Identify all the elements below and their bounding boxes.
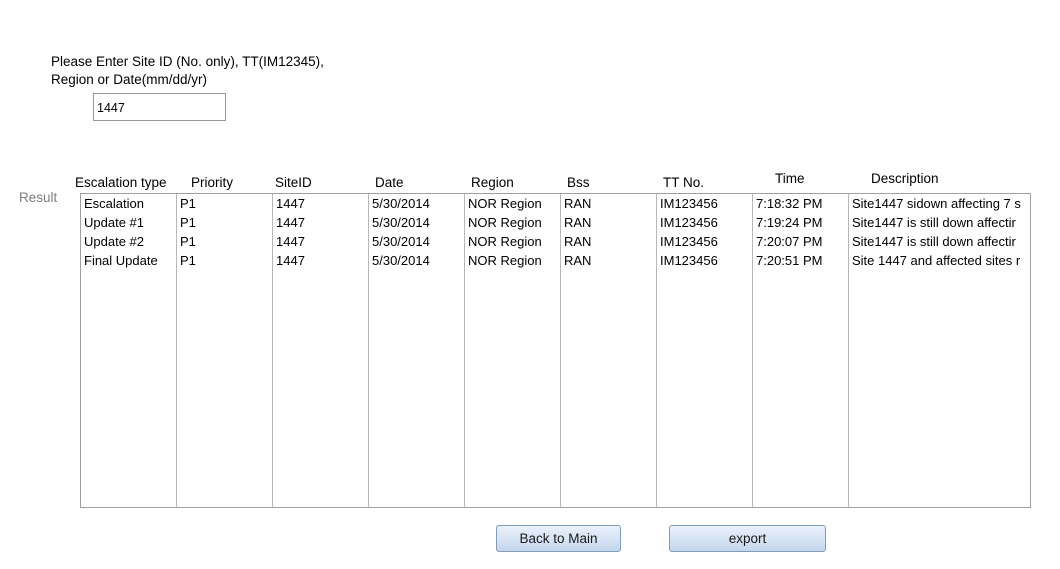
cell-tt-no[interactable]: IM123456 xyxy=(660,251,750,270)
cell-siteid[interactable]: 1447 xyxy=(276,194,366,213)
cell-bss[interactable]: RAN xyxy=(564,251,654,270)
result-label: Result xyxy=(19,190,58,205)
cell-priority[interactable]: P1 xyxy=(180,232,270,251)
cell-siteid[interactable]: 1447 xyxy=(276,232,366,251)
column-divider xyxy=(752,194,753,507)
header-description: Description xyxy=(871,171,939,186)
cell-tt-no[interactable]: IM123456 xyxy=(660,194,750,213)
column-divider xyxy=(368,194,369,507)
column-divider xyxy=(656,194,657,507)
column-divider xyxy=(560,194,561,507)
cell-time[interactable]: 7:20:51 PM xyxy=(756,251,846,270)
cell-priority[interactable]: P1 xyxy=(180,194,270,213)
cell-priority[interactable]: P1 xyxy=(180,213,270,232)
search-input[interactable] xyxy=(93,93,226,121)
header-siteid: SiteID xyxy=(275,175,312,190)
cell-tt-no[interactable]: IM123456 xyxy=(660,213,750,232)
cell-description[interactable]: Site1447 is still down affectir xyxy=(852,213,1030,232)
cell-siteid[interactable]: 1447 xyxy=(276,213,366,232)
back-to-main-button[interactable]: Back to Main xyxy=(496,525,621,552)
cell-escalation-type[interactable]: Escalation xyxy=(84,194,174,213)
cell-description[interactable]: Site1447 sidown affecting 7 s xyxy=(852,194,1030,213)
header-time: Time xyxy=(775,171,805,186)
cell-description[interactable]: Site 1447 and affected sites r xyxy=(852,251,1030,270)
cell-date[interactable]: 5/30/2014 xyxy=(372,251,462,270)
column-divider xyxy=(464,194,465,507)
cell-escalation-type[interactable]: Final Update xyxy=(84,251,174,270)
export-button[interactable]: export xyxy=(669,525,826,552)
cell-escalation-type[interactable]: Update #2 xyxy=(84,232,174,251)
header-escalation-type: Escalation type xyxy=(75,175,167,190)
header-date: Date xyxy=(375,175,404,190)
cell-bss[interactable]: RAN xyxy=(564,194,654,213)
cell-time[interactable]: 7:18:32 PM xyxy=(756,194,846,213)
column-divider xyxy=(848,194,849,507)
cell-time[interactable]: 7:19:24 PM xyxy=(756,213,846,232)
cell-siteid[interactable]: 1447 xyxy=(276,251,366,270)
cell-bss[interactable]: RAN xyxy=(564,232,654,251)
cell-bss[interactable]: RAN xyxy=(564,213,654,232)
cell-priority[interactable]: P1 xyxy=(180,251,270,270)
header-bss: Bss xyxy=(567,175,590,190)
cell-date[interactable]: 5/30/2014 xyxy=(372,194,462,213)
cell-escalation-type[interactable]: Update #1 xyxy=(84,213,174,232)
cell-date[interactable]: 5/30/2014 xyxy=(372,232,462,251)
cell-region[interactable]: NOR Region xyxy=(468,232,558,251)
column-divider xyxy=(176,194,177,507)
cell-region[interactable]: NOR Region xyxy=(468,213,558,232)
column-divider xyxy=(272,194,273,507)
cell-date[interactable]: 5/30/2014 xyxy=(372,213,462,232)
search-prompt: Please Enter Site ID (No. only), TT(IM12… xyxy=(51,53,324,89)
cell-time[interactable]: 7:20:07 PM xyxy=(756,232,846,251)
header-tt-no: TT No. xyxy=(663,175,705,190)
result-listbox[interactable]: Escalation P1 1447 5/30/2014 NOR Region RAN IM… xyxy=(80,193,1031,508)
cell-description[interactable]: Site1447 is still down affectir xyxy=(852,232,1030,251)
header-region: Region xyxy=(471,175,514,190)
cell-region[interactable]: NOR Region xyxy=(468,251,558,270)
header-priority: Priority xyxy=(191,175,234,190)
prompt-line-1: Please Enter Site ID (No. only), TT(IM12… xyxy=(51,54,324,69)
cell-region[interactable]: NOR Region xyxy=(468,194,558,213)
cell-tt-no[interactable]: IM123456 xyxy=(660,232,750,251)
prompt-line-2: Region or Date(mm/dd/yr) xyxy=(51,72,208,87)
